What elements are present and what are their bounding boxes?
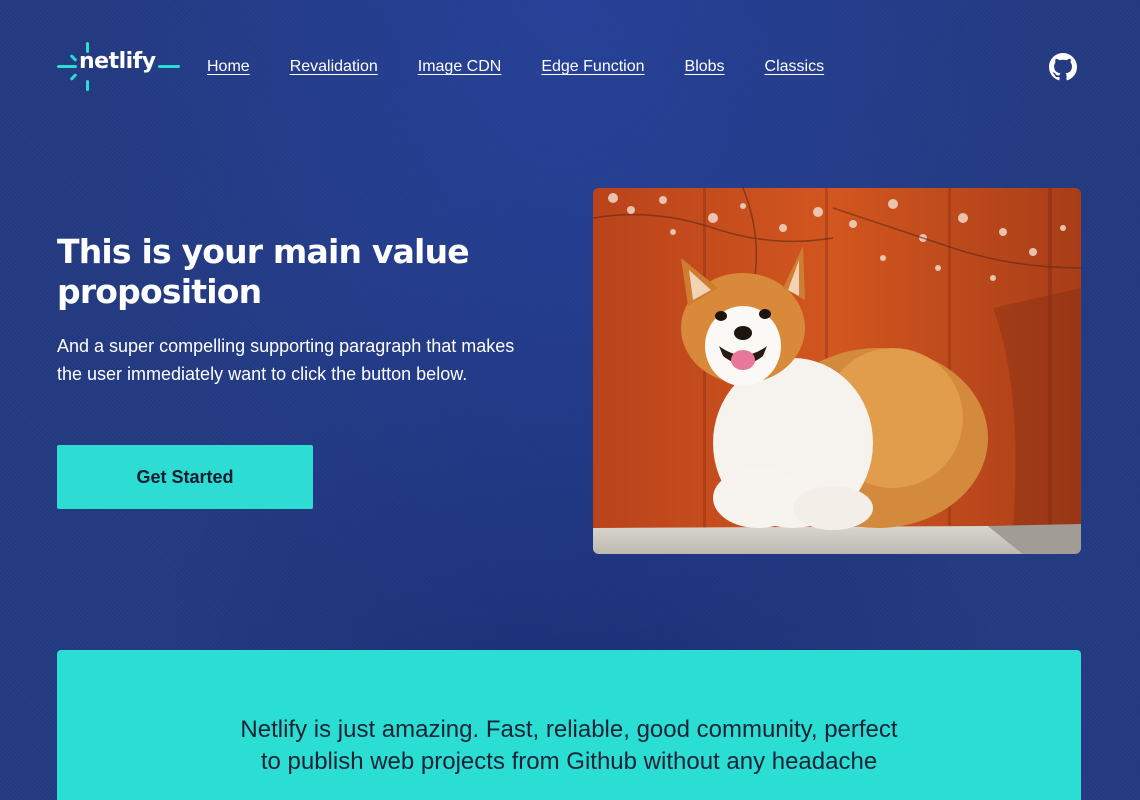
hero-image-corgi [593,188,1081,554]
testimonial-quote: Netlify is just amazing. Fast, reliable,… [240,716,898,775]
github-icon[interactable] [1049,53,1077,81]
nav-link-revalidation[interactable]: Revalidation [290,57,378,77]
nav-link-edge-function[interactable]: Edge Function [541,57,644,77]
hero-title: This is your main value proposition [57,232,470,311]
nav-link-blobs[interactable]: Blobs [685,57,725,77]
github-icon-svg [1049,53,1077,81]
logo-wordmark: netlify [79,49,156,74]
testimonial-section: Netlify is just amazing. Fast, reliable,… [57,650,1081,800]
netlify-logo[interactable]: netlify [57,40,181,94]
corgi-photo [593,188,1081,554]
nav-link-image-cdn[interactable]: Image CDN [418,57,502,77]
nav-link-home[interactable]: Home [207,57,250,77]
get-started-button[interactable]: Get Started [57,445,313,509]
hero-text-block: This is your main value proposition And … [57,232,527,388]
site-header: netlify Home Revalidation Image CDN Edge… [57,40,1081,94]
main-nav: Home Revalidation Image CDN Edge Functio… [207,57,864,77]
nav-link-classics[interactable]: Classics [765,57,825,77]
hero-paragraph: And a super compelling supporting paragr… [57,336,515,384]
